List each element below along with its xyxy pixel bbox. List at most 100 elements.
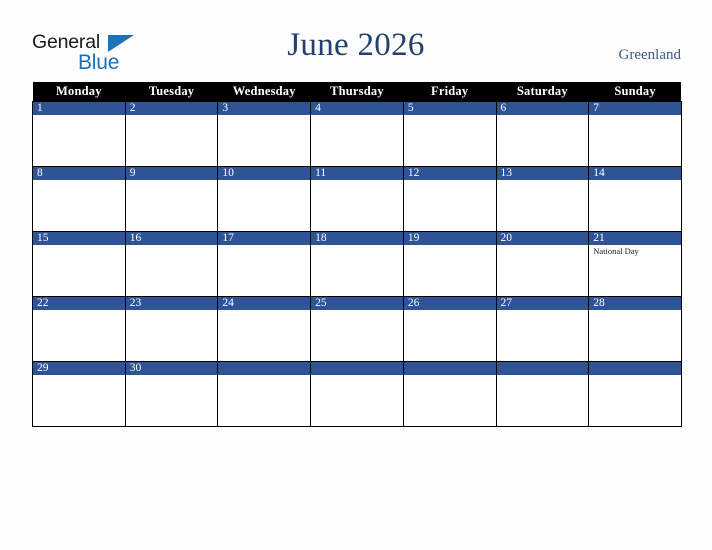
day-number: 17	[218, 232, 311, 245]
weekday-header-monday: Monday	[32, 82, 126, 102]
day-event-area	[126, 375, 218, 376]
day-event-area: National Day	[589, 245, 681, 257]
day-number: 14	[589, 167, 681, 180]
day-number	[311, 362, 403, 375]
day-cell-empty[interactable]	[402, 361, 497, 427]
weekday-header-thursday: Thursday	[310, 82, 404, 102]
day-event-area	[126, 180, 218, 181]
day-event-area	[311, 310, 403, 311]
day-number	[589, 362, 681, 375]
day-cell-19[interactable]: 19	[402, 231, 497, 297]
day-cell-empty[interactable]	[217, 361, 312, 427]
day-number: 8	[33, 167, 125, 180]
day-cell-2[interactable]: 2	[124, 101, 219, 167]
day-cell-3[interactable]: 3	[217, 101, 312, 167]
day-cell-29[interactable]: 29	[32, 361, 126, 427]
weekday-header-wednesday: Wednesday	[217, 82, 311, 102]
day-cell-26[interactable]: 26	[402, 296, 497, 362]
day-event-area	[33, 375, 125, 376]
calendar-week-row: 15 16 17 18 19 20 21 National Day	[32, 231, 682, 297]
day-cell-25[interactable]: 25	[310, 296, 404, 362]
day-cell-17[interactable]: 17	[217, 231, 312, 297]
day-number: 20	[496, 232, 589, 245]
day-cell-23[interactable]: 23	[124, 296, 219, 362]
calendar-week-row: 29 30	[32, 361, 682, 427]
day-cell-21[interactable]: 21 National Day	[588, 231, 682, 297]
day-event-area	[497, 375, 589, 376]
day-cell-8[interactable]: 8	[32, 166, 126, 232]
day-event-area	[589, 180, 681, 181]
day-cell-14[interactable]: 14	[588, 166, 682, 232]
day-cell-empty[interactable]	[588, 361, 682, 427]
day-event-area	[404, 115, 496, 116]
day-cell-empty[interactable]	[310, 361, 404, 427]
day-cell-1[interactable]: 1	[32, 101, 126, 167]
day-cell-6[interactable]: 6	[495, 101, 590, 167]
day-cell-13[interactable]: 13	[495, 166, 590, 232]
day-cell-12[interactable]: 12	[402, 166, 497, 232]
day-cell-27[interactable]: 27	[495, 296, 590, 362]
day-cell-24[interactable]: 24	[217, 296, 312, 362]
day-cell-20[interactable]: 20	[495, 231, 590, 297]
day-number: 12	[403, 167, 496, 180]
day-cell-16[interactable]: 16	[124, 231, 219, 297]
day-number: 10	[218, 167, 311, 180]
day-number: 22	[33, 297, 125, 310]
day-number: 1	[33, 102, 125, 115]
day-number: 2	[125, 102, 218, 115]
day-number: 26	[403, 297, 496, 310]
day-event-area	[404, 375, 496, 376]
weekday-header-friday: Friday	[403, 82, 497, 102]
day-cell-9[interactable]: 9	[124, 166, 219, 232]
calendar-body: 1 2 3 4 5 6 7 8 9 10 11 12 13 14 15 16 17 18 19 20 21 Nationa…	[32, 101, 682, 427]
day-event-area	[311, 115, 403, 116]
calendar-header-row: Monday Tuesday Wednesday Thursday Friday Satu…	[32, 82, 682, 102]
calendar-table: Monday Tuesday Wednesday Thursday Friday Satu…	[32, 82, 682, 427]
day-cell-30[interactable]: 30	[124, 361, 219, 427]
day-number: 16	[125, 232, 218, 245]
day-event-area	[404, 310, 496, 311]
calendar-week-row: 8 9 10 11 12 13 14	[32, 166, 682, 232]
country-label: Greenland	[618, 47, 681, 63]
day-number: 23	[125, 297, 218, 310]
day-number: 28	[589, 297, 681, 310]
day-cell-28[interactable]: 28	[588, 296, 682, 362]
day-cell-empty[interactable]	[495, 361, 590, 427]
day-event-area	[218, 375, 310, 376]
day-event-area	[33, 245, 125, 246]
day-event-area	[589, 115, 681, 116]
day-event-area	[589, 310, 681, 311]
calendar-week-row: 22 23 24 25 26 27 28	[32, 296, 682, 362]
day-cell-18[interactable]: 18	[310, 231, 404, 297]
day-event-area	[311, 245, 403, 246]
day-number: 24	[218, 297, 311, 310]
page-header: General Blue June 2026 Greenland	[0, 0, 712, 82]
day-event-area	[404, 180, 496, 181]
day-number: 19	[403, 232, 496, 245]
day-event-area	[218, 310, 310, 311]
day-cell-11[interactable]: 11	[310, 166, 404, 232]
day-event-area	[497, 115, 589, 116]
day-cell-22[interactable]: 22	[32, 296, 126, 362]
day-number: 29	[33, 362, 125, 375]
day-cell-5[interactable]: 5	[402, 101, 497, 167]
day-number: 27	[496, 297, 589, 310]
day-event-area	[311, 375, 403, 376]
day-cell-10[interactable]: 10	[217, 166, 312, 232]
day-number	[218, 362, 311, 375]
day-event-area	[33, 115, 125, 116]
day-event-area	[497, 245, 589, 246]
day-event-area	[33, 310, 125, 311]
day-number: 21	[589, 232, 681, 245]
day-number: 13	[496, 167, 589, 180]
weekday-header-tuesday: Tuesday	[125, 82, 218, 102]
day-event-area	[497, 180, 589, 181]
day-number: 11	[311, 167, 403, 180]
day-event-area	[311, 180, 403, 181]
day-cell-7[interactable]: 7	[588, 101, 682, 167]
day-cell-15[interactable]: 15	[32, 231, 126, 297]
day-number: 5	[403, 102, 496, 115]
day-event-area	[218, 180, 310, 181]
day-cell-4[interactable]: 4	[310, 101, 404, 167]
day-number: 30	[125, 362, 218, 375]
